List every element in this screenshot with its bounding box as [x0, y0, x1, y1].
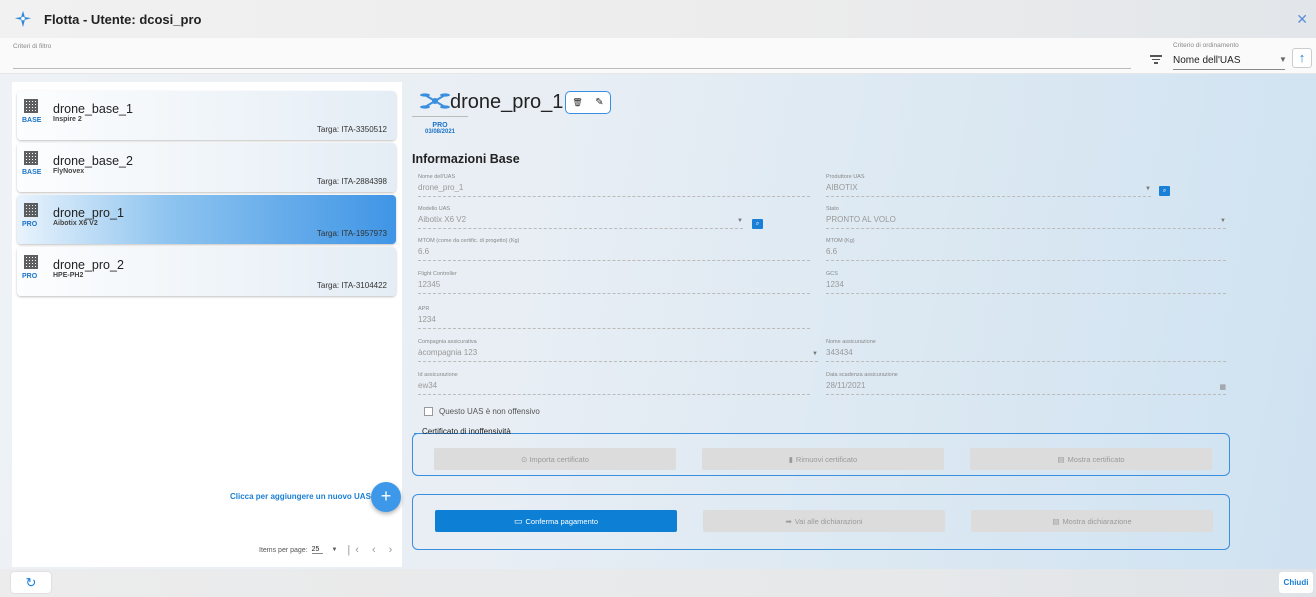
non-offensive-checkbox[interactable]: Questo UAS è non offensivo: [424, 407, 540, 416]
sort-select[interactable]: Nome dell'UAS: [1173, 55, 1241, 66]
app-logo-icon: [14, 10, 32, 28]
filter-bar: Criteri di filtro Criterio di ordinament…: [0, 38, 1316, 74]
calendar-icon[interactable]: ▦: [1219, 383, 1226, 391]
chevron-down-icon[interactable]: ▼: [1145, 186, 1151, 192]
close-window-icon[interactable]: ✕: [1296, 11, 1308, 28]
filter-list-icon[interactable]: [1150, 55, 1162, 66]
uas-model: HPE-PH2: [53, 272, 84, 279]
window-title: Flotta - Utente: dcosi_pro: [44, 11, 202, 27]
uas-name: drone_pro_1: [53, 206, 124, 220]
apr-field[interactable]: APR 1234: [418, 306, 810, 329]
compagnia-assicurativa-field[interactable]: Compagnia assicurativa àcompagnia 123 ▼: [418, 339, 818, 362]
chevron-down-icon[interactable]: ▼: [812, 351, 818, 357]
show-declaration-button[interactable]: ▤ Mostra dichiarazione: [971, 510, 1213, 532]
chevron-down-icon[interactable]: ▼: [331, 547, 337, 553]
uas-list-panel: BASE drone_base_1 Inspire 2 Targa: ITA-3…: [12, 82, 402, 567]
uas-name: drone_base_2: [53, 154, 133, 168]
checkbox-label: Questo UAS è non offensivo: [439, 407, 540, 416]
filter-label: Criteri di filtro: [13, 43, 52, 50]
arrow-right-icon: ➡: [785, 516, 792, 526]
qr-code-icon: [24, 99, 38, 113]
tier-info: PRO 03/08/2021: [412, 116, 468, 144]
sort-underline: [1173, 69, 1285, 70]
delete-icon[interactable]: 🗑: [572, 98, 582, 107]
uas-card-drone-base-2[interactable]: BASE drone_base_2 FlyNovex Targa: ITA-28…: [17, 143, 396, 192]
edit-icon[interactable]: ✎: [595, 97, 603, 108]
drone-icon: [420, 93, 450, 109]
uas-card-drone-pro-1[interactable]: PRO drone_pro_1 Aibotix X6 V2 Targa: ITA…: [17, 195, 396, 244]
filter-input[interactable]: [13, 68, 1131, 69]
mtom-cert-field[interactable]: MTOM (come da certific. di progetto) (Kg…: [418, 238, 810, 261]
uas-plate: Targa: ITA-1957973: [316, 229, 387, 238]
uas-model: FlyNovex: [53, 168, 85, 175]
flight-controller-field[interactable]: Flight Controller 12345: [418, 271, 810, 294]
search-icon[interactable]: ⌕: [752, 219, 763, 229]
modello-uas-field[interactable]: Modello UAS Aibotix X6 V2 ▼: [418, 206, 743, 229]
go-to-declarations-button[interactable]: ➡ Vai alle dichiarazioni: [703, 510, 945, 532]
footer-bar: ↻ Chiudi: [0, 569, 1316, 597]
credit-card-icon: ▭: [513, 515, 523, 526]
document-icon: ▤: [1052, 516, 1060, 526]
document-icon: ▤: [1057, 454, 1065, 464]
uas-card-drone-base-1[interactable]: BASE drone_base_1 Inspire 2 Targa: ITA-3…: [17, 91, 396, 140]
produttore-uas-field[interactable]: Produttore UAS AIBOTIX ▼: [826, 174, 1151, 197]
qr-code-icon: [24, 203, 38, 217]
uas-plate: Targa: ITA-3104422: [316, 281, 387, 290]
checkbox-box[interactable]: [424, 407, 433, 416]
chevron-down-icon[interactable]: ▼: [737, 218, 743, 224]
chevron-down-icon[interactable]: ▼: [1220, 218, 1226, 224]
add-uas-button[interactable]: +: [371, 482, 401, 512]
detail-tier: PRO: [432, 122, 448, 129]
add-uas-hint: Clicca per aggiungere un nuovo UAS.: [230, 492, 374, 501]
tier-badge: PRO: [22, 221, 38, 228]
detail-title: drone_pro_1: [450, 91, 564, 113]
page-navigation-icons[interactable]: |‹ ‹ ›: [347, 544, 397, 556]
section-title: Informazioni Base: [412, 152, 520, 166]
gcs-field[interactable]: GCS 1234: [826, 271, 1226, 294]
uas-name: drone_pro_2: [53, 258, 124, 272]
tier-badge: BASE: [22, 169, 42, 176]
uas-name: drone_base_1: [53, 102, 133, 116]
trash-icon: ▮: [788, 454, 793, 464]
close-button[interactable]: Chiudi: [1279, 572, 1313, 593]
qr-code-icon: [24, 255, 38, 269]
uas-model: Aibotix X6 V2: [53, 220, 98, 227]
uas-card-drone-pro-2[interactable]: PRO drone_pro_2 HPE-PH2 Targa: ITA-31044…: [17, 247, 396, 296]
items-per-page-label: Items per page:: [259, 546, 308, 554]
show-certificate-button[interactable]: ▤ Mostra certificato: [970, 448, 1212, 470]
stato-field[interactable]: Stato PRONTO AL VOLO ▼: [826, 206, 1226, 229]
uas-plate: Targa: ITA-2884398: [316, 177, 387, 186]
refresh-button[interactable]: ↻: [11, 572, 51, 593]
items-per-page-select[interactable]: 25: [311, 546, 324, 554]
mtom-field[interactable]: MTOM (Kg) 6.6: [826, 238, 1226, 261]
certificate-legend: Certificato di inoffensività: [414, 427, 511, 436]
qr-code-icon: [24, 151, 38, 165]
tier-badge: BASE: [22, 117, 42, 124]
id-assicurazione-field[interactable]: Id assicurazione ew34: [418, 372, 810, 395]
paginator: Items per page: 25 ▼ |‹ ‹ ›: [259, 544, 397, 556]
nome-uas-field[interactable]: Nome dell'UAS drone_pro_1: [418, 174, 810, 197]
scadenza-assicurazione-field[interactable]: Data scadenza assicurazione 28/11/2021 ▦: [826, 372, 1226, 395]
uas-model: Inspire 2: [53, 116, 82, 123]
uas-detail-panel: drone_pro_1 🗑 ✎ PRO 03/08/2021 Informazi…: [402, 82, 1316, 567]
sort-caret-icon[interactable]: ▼: [1279, 55, 1287, 64]
sort-direction-button[interactable]: ↑: [1292, 48, 1312, 68]
uas-plate: Targa: ITA-3350512: [316, 125, 387, 134]
title-bar: Flotta - Utente: dcosi_pro ✕: [0, 0, 1316, 38]
nome-assicurazione-field[interactable]: Nome assicurazione 343434: [826, 339, 1226, 362]
sort-label: Criterio di ordinamento: [1173, 42, 1239, 49]
remove-certificate-button[interactable]: ▮ Rimuovi certificato: [702, 448, 944, 470]
detail-date: 03/08/2021: [424, 129, 456, 135]
search-icon[interactable]: ⌕: [1159, 186, 1170, 196]
detail-actions: 🗑 ✎: [565, 91, 611, 114]
eye-icon: ⊙: [521, 454, 528, 464]
tier-badge: PRO: [22, 273, 38, 280]
confirm-payment-button[interactable]: ▭ Conferma pagamento: [435, 510, 677, 532]
import-certificate-button[interactable]: ⊙ Importa certificato: [434, 448, 676, 470]
